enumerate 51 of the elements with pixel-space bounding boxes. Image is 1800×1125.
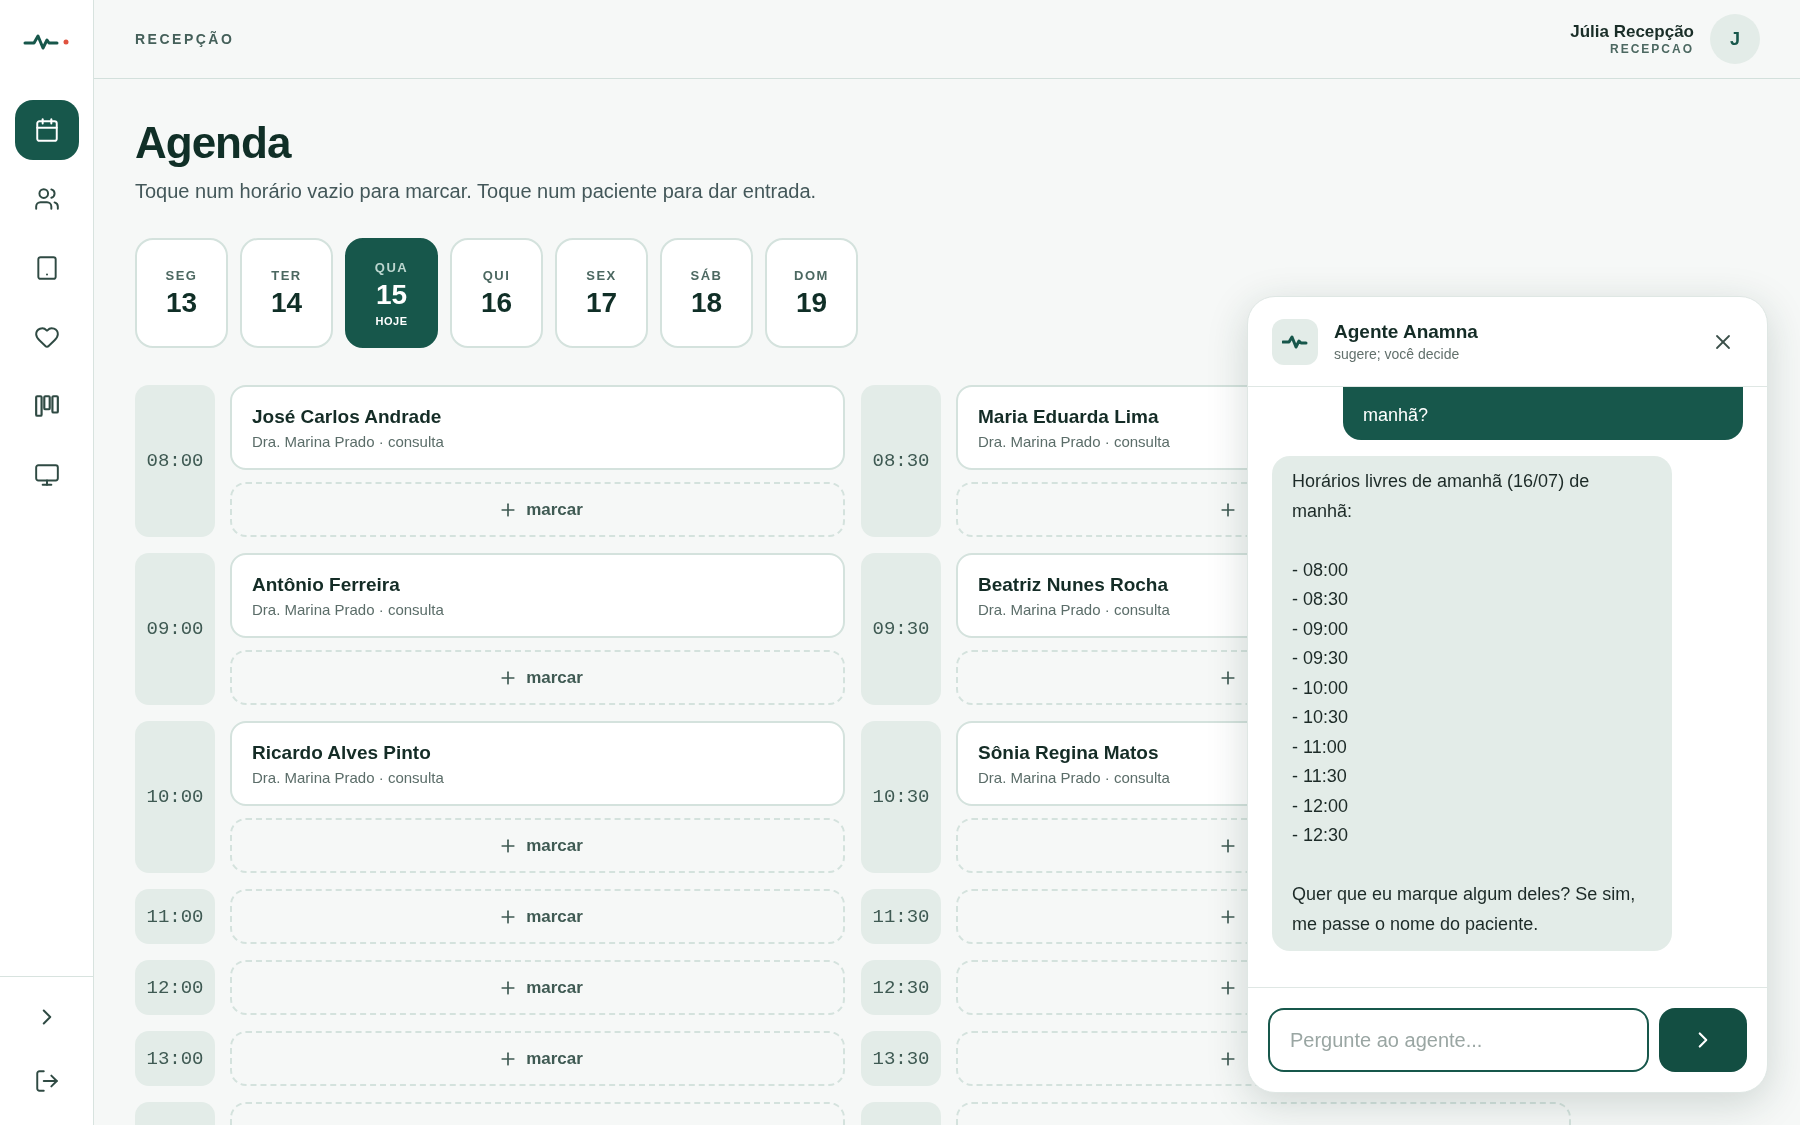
time-label: 09:30 bbox=[861, 553, 941, 705]
chat-input-field[interactable]: Pergunte ao agente... bbox=[1268, 1008, 1649, 1072]
time-label: 08:30 bbox=[861, 385, 941, 537]
patient-name: Ricardo Alves Pinto bbox=[252, 741, 431, 764]
appointment-detail: Dra. Marina Prado · consulta bbox=[978, 600, 1170, 618]
day-tab[interactable]: QUA 15 HOJE bbox=[345, 238, 438, 348]
book-slot-button[interactable]: marcar bbox=[230, 650, 845, 705]
time-label: 13:30 bbox=[861, 1031, 941, 1086]
user-name: Júlia Recepção bbox=[1570, 22, 1694, 42]
appointment-detail: Dra. Marina Prado · consulta bbox=[978, 432, 1170, 450]
user-role: RECEPCAO bbox=[1610, 42, 1694, 56]
time-label: 09:00 bbox=[135, 553, 215, 705]
page-subtitle: Toque num horário vazio para marcar. Toque num paciente para dar entrada. bbox=[135, 180, 818, 203]
agent-message: Horários livres de amanhã (16/07) de manhã: - 08:00 - 08:30 - 09:00 - 09:30 - 10:00 - 10:30 - 11:00 - 11:30 - 12:00 - 12:30 Quer que eu marque algum deles? Se sim, me passe o nome do paciente. bbox=[1272, 456, 1672, 951]
time-label: 11:00 bbox=[135, 889, 215, 944]
appointment-detail: Dra. Marina Prado · consulta bbox=[252, 768, 444, 786]
book-slot-button[interactable]: marcar bbox=[230, 889, 845, 944]
patient-name: Sônia Regina Matos bbox=[978, 741, 1159, 764]
time-label: 10:00 bbox=[135, 721, 215, 873]
section-title: RECEPÇÃO bbox=[135, 31, 235, 47]
time-label: 11:30 bbox=[861, 889, 941, 944]
day-tab[interactable]: SEG 13 bbox=[135, 238, 228, 348]
appointment-card[interactable]: Ricardo Alves Pinto Dra. Marina Prado · consulta bbox=[230, 721, 845, 806]
book-slot-button[interactable]: marcar bbox=[230, 960, 845, 1015]
chat-title: Agente Anamna bbox=[1334, 321, 1479, 343]
appointment-detail: Dra. Marina Prado · consulta bbox=[252, 600, 444, 618]
patient-name: Beatriz Nunes Rocha bbox=[978, 573, 1169, 596]
time-label: 08:00 bbox=[135, 385, 215, 537]
day-tab[interactable]: DOM 19 bbox=[765, 238, 858, 348]
user-avatar[interactable]: J bbox=[1710, 14, 1760, 64]
chat-subtitle: sugere; você decide bbox=[1334, 346, 1461, 362]
day-tab[interactable]: SEX 17 bbox=[555, 238, 648, 348]
patient-name: Antônio Ferreira bbox=[252, 573, 400, 596]
day-tab[interactable]: TER 14 bbox=[240, 238, 333, 348]
day-tab[interactable]: SÁB 18 bbox=[660, 238, 753, 348]
appointment-detail: Dra. Marina Prado · consulta bbox=[978, 768, 1170, 786]
time-label: 12:30 bbox=[861, 960, 941, 1015]
page-title: Agenda bbox=[135, 118, 293, 168]
time-label: 12:00 bbox=[135, 960, 215, 1015]
patient-name: José Carlos Andrade bbox=[252, 405, 442, 428]
book-slot-button[interactable]: marcar bbox=[230, 1031, 845, 1086]
patient-name: Maria Eduarda Lima bbox=[978, 405, 1159, 428]
appointment-card[interactable]: Antônio Ferreira Dra. Marina Prado · consulta bbox=[230, 553, 845, 638]
appointment-detail: Dra. Marina Prado · consulta bbox=[252, 432, 444, 450]
day-tab[interactable]: QUI 16 bbox=[450, 238, 543, 348]
appointment-card[interactable]: José Carlos Andrade Dra. Marina Prado · consulta bbox=[230, 385, 845, 470]
book-slot-button[interactable]: marcar bbox=[230, 482, 845, 537]
time-label: 13:00 bbox=[135, 1031, 215, 1086]
user-message: manhã? bbox=[1343, 387, 1743, 440]
book-slot-button[interactable]: marcar bbox=[230, 818, 845, 873]
time-label: 10:30 bbox=[861, 721, 941, 873]
